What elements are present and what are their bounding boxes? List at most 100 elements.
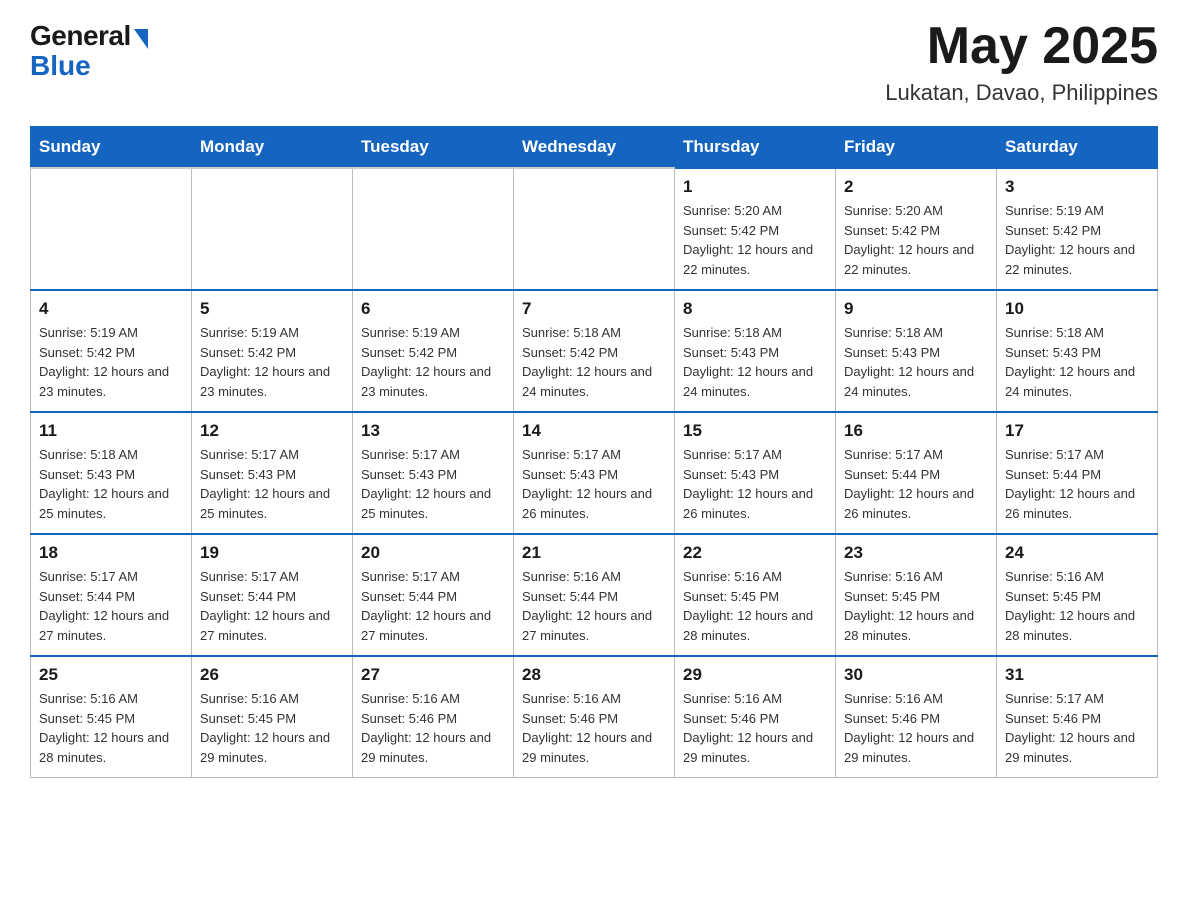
calendar-week-row: 25Sunrise: 5:16 AMSunset: 5:45 PMDayligh… [31,656,1158,778]
calendar-cell: 22 Sunrise: 5:16 AMSunset: 5:45 PMDayligh… [675,534,836,656]
calendar-cell: 13 Sunrise: 5:17 AMSunset: 5:43 PMDayligh… [353,412,514,534]
day-number: 27 [361,665,505,685]
day-info: Sunrise: 5:16 AMSunset: 5:45 PMDaylight:… [39,689,183,767]
calendar-week-row: 1Sunrise: 5:20 AMSunset: 5:42 PMDaylight… [31,168,1158,290]
calendar-week-row: 18 Sunrise: 5:17 AMSunset: 5:44 PMDayligh… [31,534,1158,656]
day-number: 13 [361,421,505,441]
calendar-cell: 21 Sunrise: 5:16 AMSunset: 5:44 PMDayligh… [514,534,675,656]
day-number: 18 [39,543,183,563]
calendar-cell: 11 Sunrise: 5:18 AMSunset: 5:43 PMDayligh… [31,412,192,534]
day-info: Sunrise: 5:17 AMSunset: 5:46 PMDaylight:… [1005,689,1149,767]
weekday-header-friday: Friday [836,127,997,169]
weekday-header-monday: Monday [192,127,353,169]
page-header: General Blue May 2025 Lukatan, Davao, Ph… [30,20,1158,106]
day-number: 19 [200,543,344,563]
calendar-cell: 23 Sunrise: 5:16 AMSunset: 5:45 PMDayligh… [836,534,997,656]
day-info: Sunrise: 5:17 AMSunset: 5:44 PMDaylight:… [39,567,183,645]
day-info: Sunrise: 5:16 AMSunset: 5:46 PMDaylight:… [522,689,666,767]
calendar-cell: 14Sunrise: 5:17 AMSunset: 5:43 PMDayligh… [514,412,675,534]
calendar-table: SundayMondayTuesdayWednesdayThursdayFrid… [30,126,1158,778]
day-info: Sunrise: 5:18 AMSunset: 5:42 PMDaylight:… [522,323,666,401]
calendar-cell: 19 Sunrise: 5:17 AMSunset: 5:44 PMDayligh… [192,534,353,656]
calendar-cell: 4 Sunrise: 5:19 AMSunset: 5:42 PMDaylight… [31,290,192,412]
day-number: 17 [1005,421,1149,441]
day-number: 26 [200,665,344,685]
day-number: 20 [361,543,505,563]
day-info: Sunrise: 5:17 AMSunset: 5:44 PMDaylight:… [844,445,988,523]
day-info: Sunrise: 5:17 AMSunset: 5:43 PMDaylight:… [200,445,344,523]
day-info: Sunrise: 5:20 AMSunset: 5:42 PMDaylight:… [844,201,988,279]
day-number: 7 [522,299,666,319]
day-info: Sunrise: 5:17 AMSunset: 5:43 PMDaylight:… [361,445,505,523]
day-info: Sunrise: 5:16 AMSunset: 5:46 PMDaylight:… [361,689,505,767]
weekday-header-tuesday: Tuesday [353,127,514,169]
day-info: Sunrise: 5:16 AMSunset: 5:45 PMDaylight:… [1005,567,1149,645]
calendar-cell: 16Sunrise: 5:17 AMSunset: 5:44 PMDayligh… [836,412,997,534]
calendar-cell: 26Sunrise: 5:16 AMSunset: 5:45 PMDayligh… [192,656,353,778]
day-info: Sunrise: 5:16 AMSunset: 5:46 PMDaylight:… [844,689,988,767]
calendar-cell: 17 Sunrise: 5:17 AMSunset: 5:44 PMDayligh… [997,412,1158,534]
calendar-cell: 30 Sunrise: 5:16 AMSunset: 5:46 PMDayligh… [836,656,997,778]
day-info: Sunrise: 5:19 AMSunset: 5:42 PMDaylight:… [361,323,505,401]
day-info: Sunrise: 5:18 AMSunset: 5:43 PMDaylight:… [683,323,827,401]
day-info: Sunrise: 5:17 AMSunset: 5:43 PMDaylight:… [683,445,827,523]
calendar-cell: 29 Sunrise: 5:16 AMSunset: 5:46 PMDayligh… [675,656,836,778]
day-number: 8 [683,299,827,319]
day-info: Sunrise: 5:18 AMSunset: 5:43 PMDaylight:… [39,445,183,523]
day-number: 24 [1005,543,1149,563]
weekday-header-sunday: Sunday [31,127,192,169]
calendar-cell: 20 Sunrise: 5:17 AMSunset: 5:44 PMDayligh… [353,534,514,656]
day-number: 9 [844,299,988,319]
day-info: Sunrise: 5:19 AMSunset: 5:42 PMDaylight:… [1005,201,1149,279]
calendar-cell: 24 Sunrise: 5:16 AMSunset: 5:45 PMDayligh… [997,534,1158,656]
day-number: 12 [200,421,344,441]
logo-blue-text: Blue [30,50,91,82]
calendar-cell: 15Sunrise: 5:17 AMSunset: 5:43 PMDayligh… [675,412,836,534]
day-info: Sunrise: 5:16 AMSunset: 5:45 PMDaylight:… [683,567,827,645]
calendar-cell [514,168,675,290]
day-info: Sunrise: 5:16 AMSunset: 5:46 PMDaylight:… [683,689,827,767]
weekday-header-wednesday: Wednesday [514,127,675,169]
calendar-week-row: 11 Sunrise: 5:18 AMSunset: 5:43 PMDayligh… [31,412,1158,534]
day-number: 21 [522,543,666,563]
calendar-cell: 9 Sunrise: 5:18 AMSunset: 5:43 PMDaylight… [836,290,997,412]
day-number: 30 [844,665,988,685]
calendar-cell: 12 Sunrise: 5:17 AMSunset: 5:43 PMDayligh… [192,412,353,534]
month-title: May 2025 [885,20,1158,72]
day-number: 2 [844,177,988,197]
day-info: Sunrise: 5:17 AMSunset: 5:44 PMDaylight:… [361,567,505,645]
day-number: 29 [683,665,827,685]
day-info: Sunrise: 5:19 AMSunset: 5:42 PMDaylight:… [39,323,183,401]
calendar-cell: 27 Sunrise: 5:16 AMSunset: 5:46 PMDayligh… [353,656,514,778]
day-number: 11 [39,421,183,441]
day-number: 28 [522,665,666,685]
calendar-cell: 2 Sunrise: 5:20 AMSunset: 5:42 PMDaylight… [836,168,997,290]
day-number: 4 [39,299,183,319]
location-title: Lukatan, Davao, Philippines [885,80,1158,106]
weekday-header-thursday: Thursday [675,127,836,169]
day-info: Sunrise: 5:16 AMSunset: 5:45 PMDaylight:… [844,567,988,645]
day-number: 14 [522,421,666,441]
day-number: 31 [1005,665,1149,685]
calendar-cell: 6 Sunrise: 5:19 AMSunset: 5:42 PMDaylight… [353,290,514,412]
day-number: 6 [361,299,505,319]
calendar-header-row: SundayMondayTuesdayWednesdayThursdayFrid… [31,127,1158,169]
calendar-cell: 7 Sunrise: 5:18 AMSunset: 5:42 PMDaylight… [514,290,675,412]
day-number: 3 [1005,177,1149,197]
calendar-cell [192,168,353,290]
weekday-header-saturday: Saturday [997,127,1158,169]
day-number: 10 [1005,299,1149,319]
calendar-cell: 28 Sunrise: 5:16 AMSunset: 5:46 PMDayligh… [514,656,675,778]
calendar-cell: 5Sunrise: 5:19 AMSunset: 5:42 PMDaylight… [192,290,353,412]
day-number: 22 [683,543,827,563]
day-number: 23 [844,543,988,563]
day-info: Sunrise: 5:16 AMSunset: 5:44 PMDaylight:… [522,567,666,645]
title-section: May 2025 Lukatan, Davao, Philippines [885,20,1158,106]
day-info: Sunrise: 5:19 AMSunset: 5:42 PMDaylight:… [200,323,344,401]
calendar-cell: 1Sunrise: 5:20 AMSunset: 5:42 PMDaylight… [675,168,836,290]
calendar-cell: 3 Sunrise: 5:19 AMSunset: 5:42 PMDaylight… [997,168,1158,290]
calendar-cell: 8 Sunrise: 5:18 AMSunset: 5:43 PMDaylight… [675,290,836,412]
day-info: Sunrise: 5:17 AMSunset: 5:44 PMDaylight:… [1005,445,1149,523]
day-info: Sunrise: 5:17 AMSunset: 5:44 PMDaylight:… [200,567,344,645]
day-info: Sunrise: 5:18 AMSunset: 5:43 PMDaylight:… [844,323,988,401]
